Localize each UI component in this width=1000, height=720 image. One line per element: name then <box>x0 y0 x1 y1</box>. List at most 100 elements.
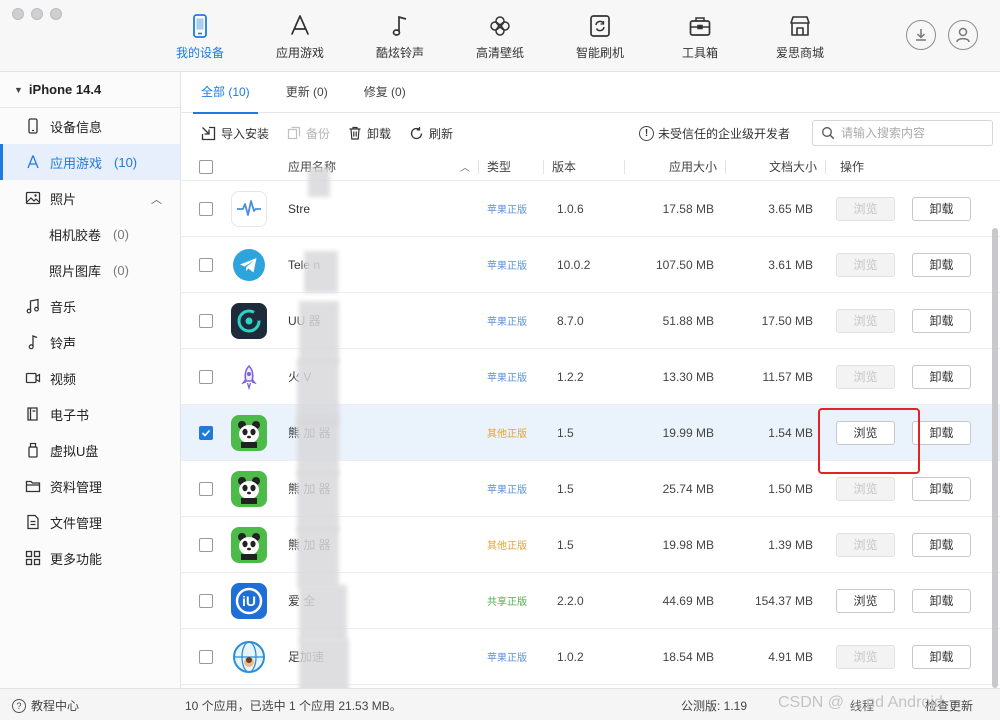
column-header-app-size[interactable]: 应用大小 <box>625 158 725 175</box>
browse-button[interactable]: 浏览 <box>836 308 895 333</box>
refresh-label: 刷新 <box>429 126 454 141</box>
browse-button[interactable]: 浏览 <box>836 196 895 221</box>
device-selector[interactable]: ▼ iPhone 14.4 <box>0 72 180 108</box>
column-header-type[interactable]: 类型 <box>479 158 543 175</box>
close-window-button[interactable] <box>12 8 24 20</box>
column-header-name[interactable]: 应用名称 ︿ <box>288 158 478 175</box>
vertical-scrollbar[interactable] <box>992 228 998 688</box>
table-row[interactable]: 火 V 苹果正版 1.2.2 13.30 MB 11.57 MB 浏览 卸载 <box>181 349 1000 405</box>
chevron-up-icon[interactable]: ︿ <box>151 191 162 207</box>
table-row[interactable]: 熊 加 器 其他正版 1.5 19.99 MB 1.54 MB 浏览 卸载 <box>181 405 1000 461</box>
sidebar-item-photos[interactable]: 照片 ︿ <box>0 180 180 216</box>
sidebar-item-data-management[interactable]: 资料管理 <box>0 468 180 504</box>
sidebar-item-count: (0) <box>113 262 129 278</box>
row-checkbox[interactable] <box>199 481 213 496</box>
help-center-link[interactable]: ? 教程中心 <box>12 697 79 714</box>
search-input[interactable] <box>841 126 981 140</box>
select-all-checkbox[interactable] <box>199 159 213 174</box>
table-row[interactable]: 熊 加 器 其他正版 1.5 19.98 MB 1.39 MB 浏览 卸载 <box>181 517 1000 573</box>
uninstall-button[interactable]: 卸载 <box>912 644 971 669</box>
question-icon: ? <box>12 698 26 713</box>
browse-button[interactable]: 浏览 <box>836 532 895 557</box>
sidebar-item-music[interactable]: 音乐 <box>0 288 180 324</box>
uninstall-toolbar-button[interactable]: 卸载 <box>348 125 391 142</box>
minimize-window-button[interactable] <box>31 8 43 20</box>
app-type-tag: 苹果正版 <box>487 205 527 216</box>
app-icon-waveform <box>231 190 267 227</box>
sidebar-item-more[interactable]: 更多功能 <box>0 540 180 576</box>
column-header-version[interactable]: 版本 <box>544 158 624 175</box>
sidebar-item-apps[interactable]: 应用游戏 (10) <box>0 144 180 180</box>
nav-tab-store[interactable]: 爱思商城 <box>750 0 850 72</box>
table-row[interactable]: Stre 苹果正版 1.0.6 17.58 MB 3.65 MB 浏览 卸载 <box>181 181 1000 237</box>
untrusted-developer-notice[interactable]: ! 未受信任的企业级开发者 <box>639 125 790 142</box>
app-type-tag: 其他正版 <box>487 429 527 440</box>
row-checkbox[interactable] <box>199 425 213 440</box>
row-checkbox[interactable] <box>199 369 213 384</box>
nav-tab-wallpapers[interactable]: 高清壁纸 <box>450 0 550 72</box>
table-row[interactable]: 足加速 苹果正版 1.0.2 18.54 MB 4.91 MB 浏览 卸载 <box>181 629 1000 685</box>
sidebar-item-photo-library[interactable]: 照片图库 (0) <box>0 252 180 288</box>
user-account-button[interactable] <box>948 20 978 50</box>
nav-tab-flash[interactable]: 智能刷机 <box>550 0 650 72</box>
uninstall-button[interactable]: 卸载 <box>912 196 971 221</box>
browse-button[interactable]: 浏览 <box>836 252 895 277</box>
uninstall-button[interactable]: 卸载 <box>912 420 971 445</box>
top-right-actions <box>906 20 978 50</box>
nav-tab-toolbox[interactable]: 工具箱 <box>650 0 750 72</box>
row-checkbox[interactable] <box>199 593 213 608</box>
sidebar-item-video[interactable]: 视频 <box>0 360 180 396</box>
app-name: 熊 加 器 <box>288 426 331 440</box>
sidebar-item-camera-roll[interactable]: 相机胶卷 (0) <box>0 216 180 252</box>
uninstall-button[interactable]: 卸载 <box>912 476 971 501</box>
search-box[interactable] <box>812 120 993 146</box>
import-icon <box>201 126 216 141</box>
sidebar-item-virtual-usb[interactable]: 虚拟U盘 <box>0 432 180 468</box>
backup-button[interactable]: 备份 <box>287 125 330 142</box>
tab-updates[interactable]: 更新 (0) <box>274 72 340 113</box>
browse-button[interactable]: 浏览 <box>836 364 895 389</box>
browse-button[interactable]: 浏览 <box>836 420 895 445</box>
table-row[interactable]: UU 器 苹果正版 8.7.0 51.88 MB 17.50 MB 浏览 卸载 <box>181 293 1000 349</box>
import-install-button[interactable]: 导入安装 <box>201 125 269 142</box>
row-checkbox[interactable] <box>199 649 213 664</box>
app-store-icon <box>24 153 42 171</box>
nav-tab-ringtones[interactable]: 酷炫铃声 <box>350 0 450 72</box>
download-button[interactable] <box>906 20 936 50</box>
uninstall-button[interactable]: 卸载 <box>912 308 971 333</box>
sidebar-item-ringtones[interactable]: 铃声 <box>0 324 180 360</box>
video-icon <box>24 369 42 387</box>
uninstall-button[interactable]: 卸载 <box>912 364 971 389</box>
exclamation-icon: ! <box>639 126 654 141</box>
row-checkbox[interactable] <box>199 313 213 328</box>
sidebar-item-label: 相机胶卷 <box>49 227 102 243</box>
uninstall-button[interactable]: 卸载 <box>912 532 971 557</box>
row-checkbox[interactable] <box>199 201 213 216</box>
sidebar-item-ebooks[interactable]: 电子书 <box>0 396 180 432</box>
refresh-button[interactable]: 刷新 <box>409 125 453 142</box>
browse-button[interactable]: 浏览 <box>836 588 895 613</box>
tab-all[interactable]: 全部 (10) <box>189 72 262 114</box>
uninstall-button[interactable]: 卸载 <box>912 588 971 613</box>
browse-button[interactable]: 浏览 <box>836 476 895 501</box>
table-row[interactable]: 熊 加 器 苹果正版 1.5 25.74 MB 1.50 MB 浏览 卸载 <box>181 461 1000 517</box>
sidebar-item-device-info[interactable]: 设备信息 <box>0 108 180 144</box>
uninstall-button[interactable]: 卸载 <box>912 252 971 277</box>
nav-tab-apps[interactable]: 应用游戏 <box>250 0 350 72</box>
sidebar-item-file-management[interactable]: 文件管理 <box>0 504 180 540</box>
music-note-icon <box>24 333 42 351</box>
table-row[interactable]: Tele n 苹果正版 10.0.2 107.50 MB 3.61 MB 浏览 … <box>181 237 1000 293</box>
row-checkbox[interactable] <box>199 257 213 272</box>
row-checkbox[interactable] <box>199 537 213 552</box>
sidebar-item-label: 铃声 <box>50 335 77 351</box>
tab-repair[interactable]: 修复 (0) <box>352 72 418 113</box>
nav-tab-my-device[interactable]: 我的设备 <box>150 0 250 72</box>
table-row[interactable]: iU 爱 全 共享正版 2.2.0 44.69 MB 154.37 MB 浏览 … <box>181 573 1000 629</box>
usb-drive-icon <box>24 441 42 459</box>
svg-text:iU: iU <box>242 593 256 609</box>
sidebar-item-label: 照片 <box>50 191 77 207</box>
browse-button[interactable]: 浏览 <box>836 644 895 669</box>
zoom-window-button[interactable] <box>50 8 62 20</box>
column-header-doc-size[interactable]: 文档大小 <box>726 158 825 175</box>
sort-up-icon: ︿ <box>460 163 470 174</box>
